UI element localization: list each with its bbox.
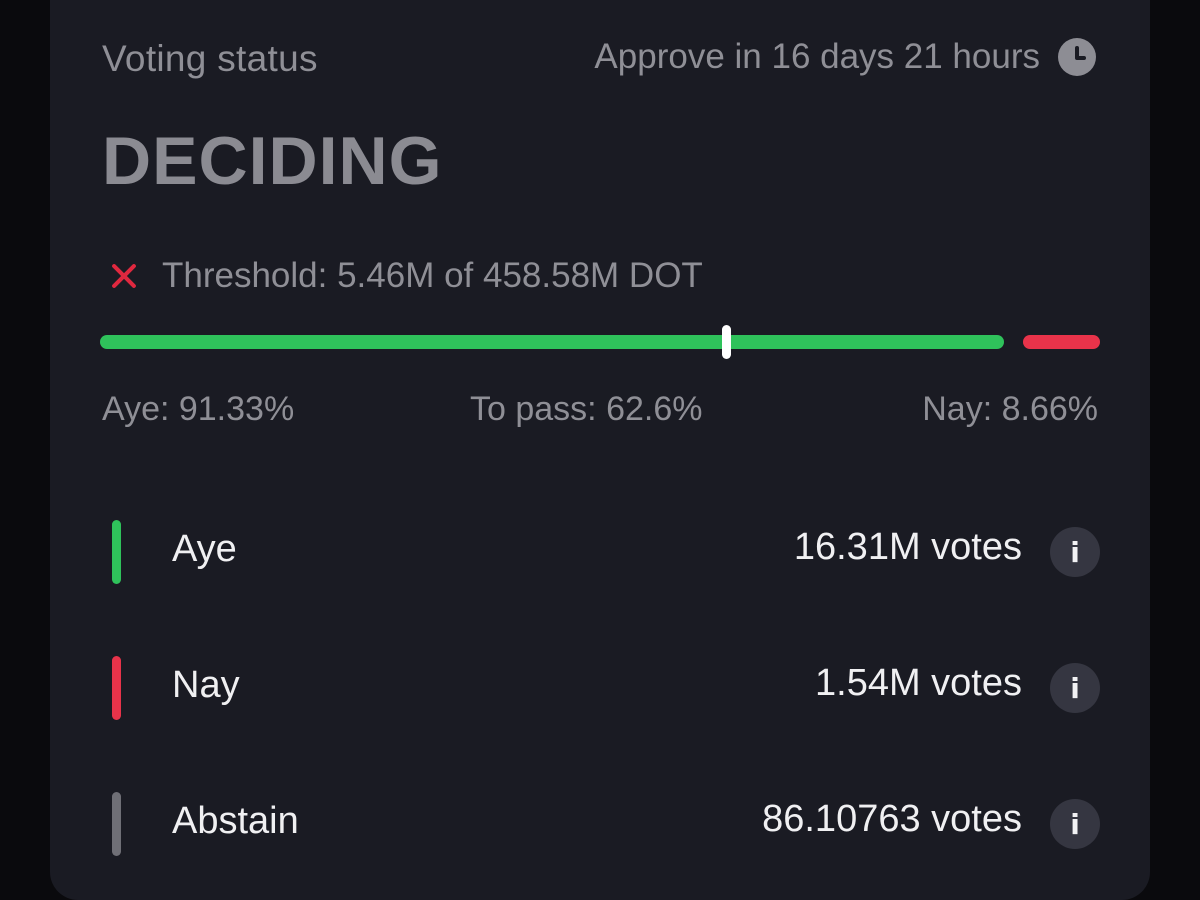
info-button[interactable]: i xyxy=(1050,527,1100,577)
info-button[interactable]: i xyxy=(1050,799,1100,849)
x-icon xyxy=(108,260,140,292)
vote-row-abstain: Abstain 86.10763 votes i xyxy=(112,792,1100,856)
vote-row-aye: Aye 16.31M votes i xyxy=(112,520,1100,584)
threshold-row: Threshold: 5.46M of 458.58M DOT xyxy=(108,256,703,296)
vote-row-nay: Nay 1.54M votes i xyxy=(112,656,1100,720)
nay-color-bar xyxy=(112,656,121,720)
vote-count: 1.54M votes xyxy=(815,662,1022,704)
approve-time-text: Approve in 16 days 21 hours xyxy=(594,37,1040,76)
vote-count: 16.31M votes xyxy=(793,526,1022,568)
aye-percentage: Aye: 91.33% xyxy=(102,390,295,428)
vote-count: 86.10763 votes xyxy=(762,798,1022,840)
aye-progress-bar xyxy=(100,335,1004,349)
threshold-text: Threshold: 5.46M of 458.58M DOT xyxy=(162,256,703,295)
vote-label: Nay xyxy=(172,664,240,706)
status-label: DECIDING xyxy=(102,123,443,199)
voting-status-title: Voting status xyxy=(102,38,318,79)
info-button[interactable]: i xyxy=(1050,663,1100,713)
nay-percentage: Nay: 8.66% xyxy=(922,390,1098,428)
aye-color-bar xyxy=(112,520,121,584)
nay-progress-bar xyxy=(1023,335,1100,349)
vote-label: Abstain xyxy=(172,800,299,842)
vote-label: Aye xyxy=(172,528,237,570)
pass-threshold-marker xyxy=(722,325,731,359)
abstain-color-bar xyxy=(112,792,121,856)
approve-timer: Approve in 16 days 21 hours xyxy=(594,37,1096,77)
to-pass-percentage: To pass: 62.6% xyxy=(470,390,703,428)
clock-icon xyxy=(1058,38,1096,76)
